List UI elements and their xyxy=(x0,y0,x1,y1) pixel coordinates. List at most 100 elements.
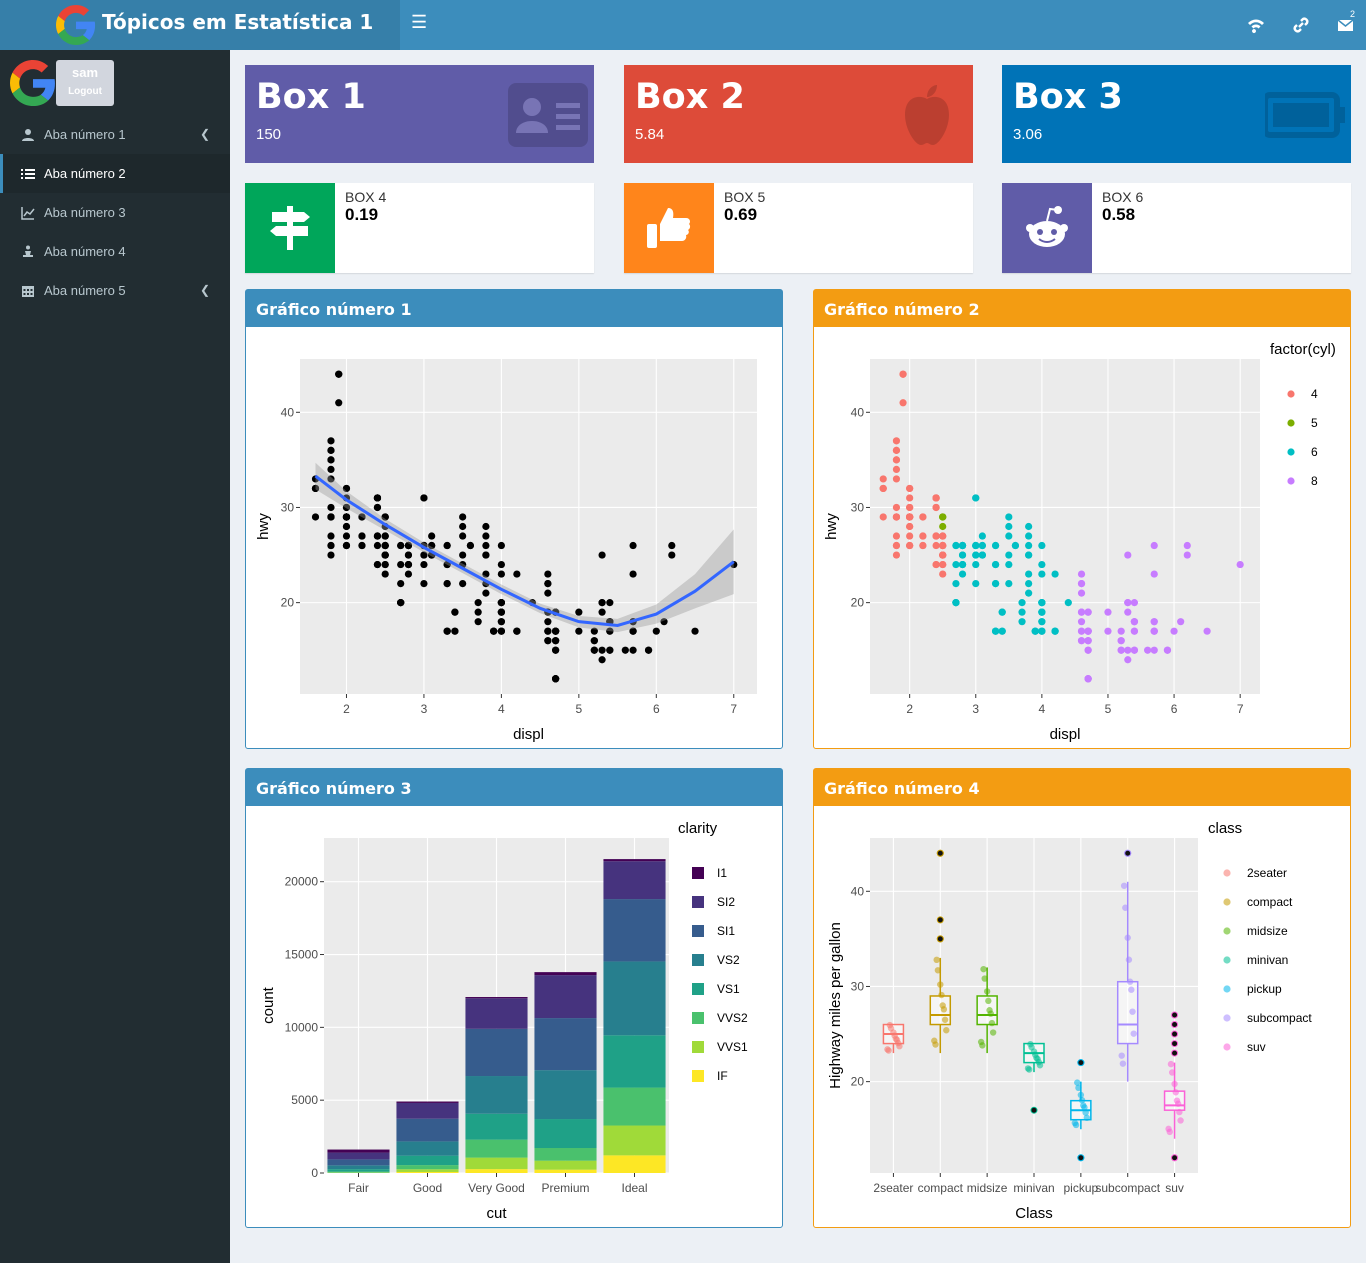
x-axis-label: Class xyxy=(1015,1205,1053,1222)
legend-label: minivan xyxy=(1247,953,1288,967)
chart-panel-3: Gráfico número 3 0 5000 10000 15000 20000 Fai… xyxy=(245,768,783,1228)
scatter-point xyxy=(1117,646,1125,654)
logout-link[interactable]: Logout xyxy=(56,86,114,97)
y-tick-label: 15000 xyxy=(285,948,319,962)
scatter-point xyxy=(991,560,1000,569)
scatter-point xyxy=(1124,599,1132,607)
sidebar-item-aba-5[interactable]: Aba número 5 ❮ xyxy=(0,271,230,310)
legend-key xyxy=(1223,1014,1231,1022)
wifi-icon[interactable] xyxy=(1244,13,1268,37)
scatter-point xyxy=(404,551,413,559)
scatter-point xyxy=(958,551,967,559)
scatter-point xyxy=(952,580,960,588)
app-logo[interactable]: Tópicos em Estatística 1 xyxy=(0,0,400,50)
legend-label: SI1 xyxy=(717,924,735,938)
scatter-point xyxy=(1077,589,1086,597)
scatter-point xyxy=(497,560,505,569)
scatter-point xyxy=(978,541,986,550)
scatter-point xyxy=(482,551,490,559)
info-box-6: BOX 6 0.58 xyxy=(1002,183,1351,273)
reddit-icon xyxy=(1026,206,1068,247)
scatter-point xyxy=(1018,599,1026,607)
legend-key xyxy=(692,1041,704,1053)
outlier-point xyxy=(1171,1011,1179,1019)
outlier-point xyxy=(1171,1030,1179,1038)
scatter-point xyxy=(598,551,606,559)
scatter-point xyxy=(958,541,967,550)
scatter-point xyxy=(939,522,947,531)
jitter-point xyxy=(1120,882,1128,889)
scatter-point xyxy=(629,541,637,550)
x-axis-label: cut xyxy=(486,1205,507,1222)
scatter-point xyxy=(544,589,552,597)
jitter-point xyxy=(1122,904,1129,911)
scatter-point xyxy=(1038,608,1046,616)
scatter-point xyxy=(958,560,967,569)
scatter-point xyxy=(497,570,505,578)
y-tick-label: 20 xyxy=(851,596,865,610)
scatter-point xyxy=(879,475,887,483)
jitter-point xyxy=(1177,1117,1184,1124)
x-tick-label: Good xyxy=(413,1181,442,1195)
scatter-point xyxy=(1077,570,1086,578)
scatter-point xyxy=(358,541,366,550)
jitter-point xyxy=(987,1010,994,1017)
scatter-point xyxy=(459,513,467,521)
bar-segment xyxy=(327,1152,390,1160)
scatter-point xyxy=(1038,541,1046,550)
scatter-point xyxy=(906,494,914,502)
scatter-point xyxy=(998,627,1006,635)
scatter-point xyxy=(327,465,335,473)
scatter-point xyxy=(373,503,382,512)
link-icon[interactable] xyxy=(1289,13,1313,37)
outlier-point xyxy=(1171,1040,1179,1048)
sidebar-item-aba-4[interactable]: Aba número 4 xyxy=(0,232,230,271)
value-box-3: Box 3 3.06 xyxy=(1002,65,1351,163)
x-tick-label: 2 xyxy=(343,702,350,716)
bar-segment xyxy=(396,1165,459,1170)
scatter-point xyxy=(373,532,382,540)
scatter-point xyxy=(497,541,505,550)
jitter-point xyxy=(1081,1104,1088,1111)
bar-segment xyxy=(603,1087,666,1126)
thumbs-up-icon xyxy=(647,208,691,248)
sidebar-item-aba-3[interactable]: Aba número 3 xyxy=(0,193,230,232)
scatter-point xyxy=(1130,599,1139,607)
scatter-point xyxy=(1124,656,1132,664)
scatter-point xyxy=(972,580,980,588)
legend-key xyxy=(1287,419,1295,427)
scatter-point xyxy=(991,580,1000,588)
scatter-point xyxy=(1038,627,1046,635)
scatter-point xyxy=(939,560,947,569)
x-tick-label: suv xyxy=(1165,1181,1184,1195)
y-axis-label: hwy xyxy=(823,513,840,540)
bar-segment xyxy=(396,1155,459,1166)
panel-title: Gráfico número 3 xyxy=(246,769,782,806)
chart-panel-4: Gráfico número 4 20 30 40 2seater compact mid… xyxy=(813,768,1351,1228)
x-tick-label: 2 xyxy=(906,702,913,716)
sidebar-item-aba-2[interactable]: Aba número 2 xyxy=(0,154,230,193)
scatter-point xyxy=(1084,627,1092,635)
sidebar-item-label: Aba número 4 xyxy=(44,244,126,259)
scatter-point xyxy=(1084,637,1092,645)
outlier-point xyxy=(936,935,944,943)
scatter-point xyxy=(397,560,405,569)
sidebar-item-aba-1[interactable]: Aba número 1 ❮ xyxy=(0,115,230,154)
scatter-point xyxy=(879,513,887,521)
jitter-point xyxy=(933,956,940,964)
bar-segment xyxy=(534,1070,597,1120)
sidebar-item-label: Aba número 2 xyxy=(44,166,126,181)
scatter-point xyxy=(1150,541,1158,550)
bar-segment xyxy=(465,1113,528,1140)
x-tick-label: 5 xyxy=(1105,702,1112,716)
sidebar-toggle-icon[interactable]: ☰ xyxy=(411,12,427,33)
jitter-point xyxy=(979,1042,986,1049)
bar-segment xyxy=(603,859,666,862)
user-info: sam Logout xyxy=(56,60,114,106)
user-name: sam xyxy=(71,65,99,80)
bar-segment xyxy=(534,1148,597,1161)
jitter-point xyxy=(1171,1080,1178,1088)
scatter-point xyxy=(892,446,901,454)
jitter-point xyxy=(989,1029,997,1036)
scatter-point xyxy=(1117,627,1125,635)
